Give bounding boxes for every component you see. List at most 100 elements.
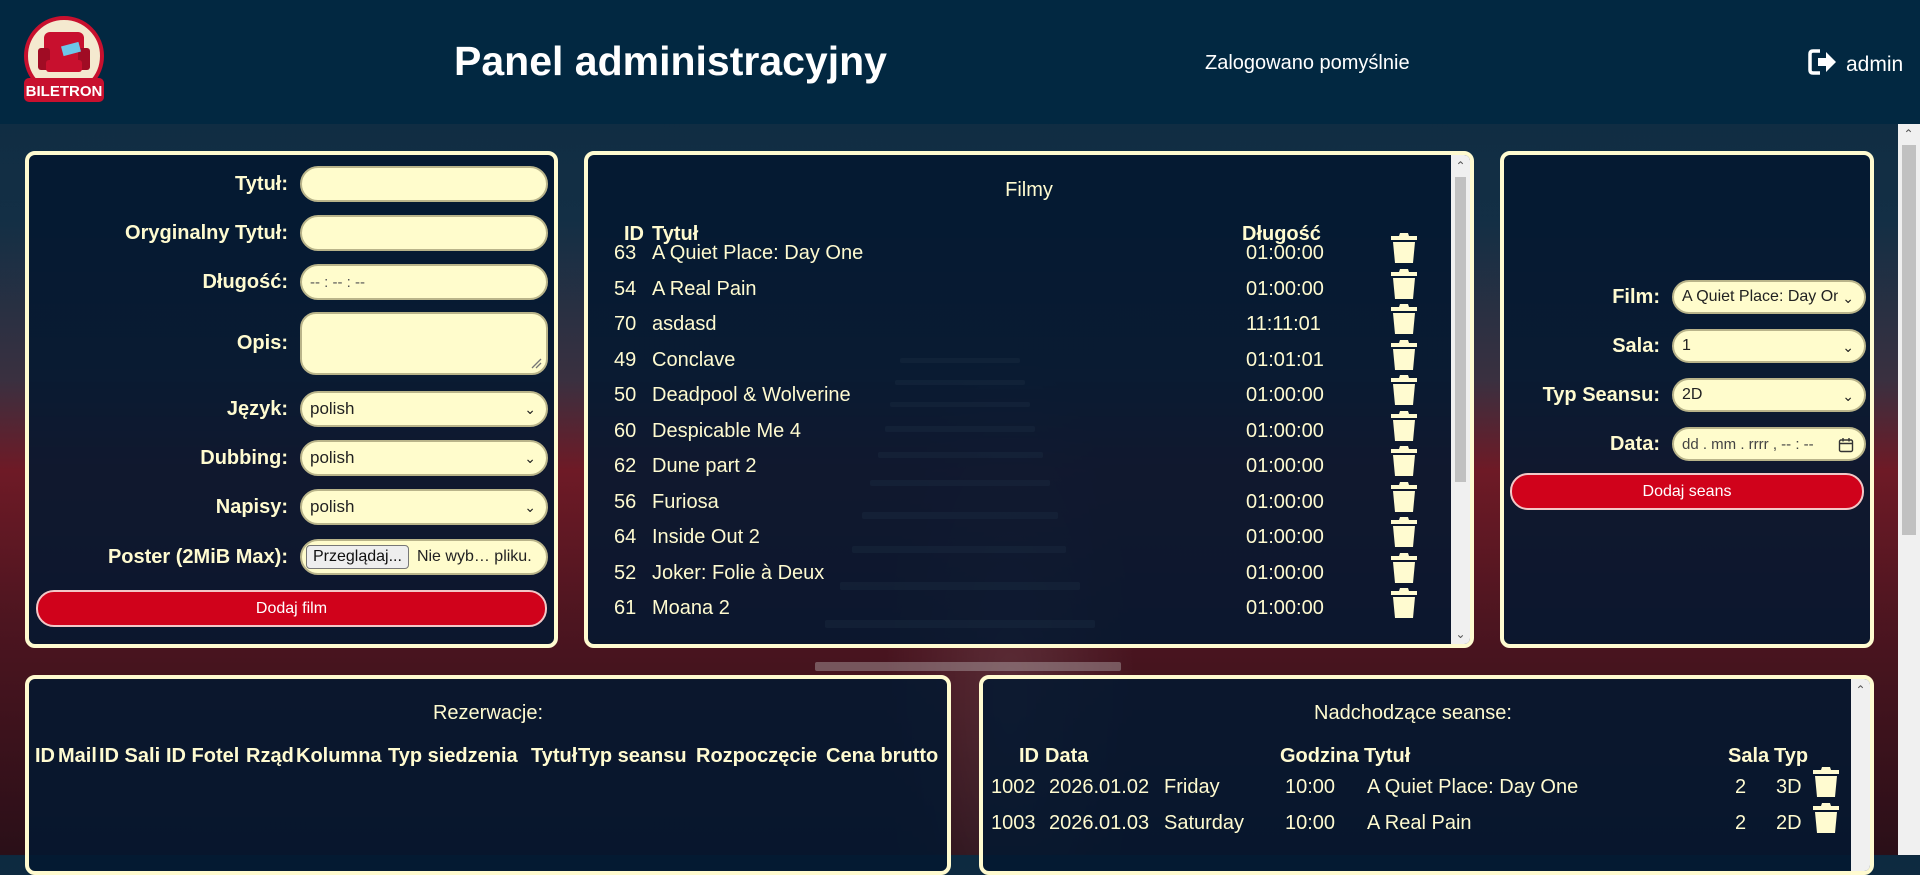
upcoming-scrollbar[interactable] — [1851, 679, 1870, 871]
film-title: Inside Out 2 — [652, 526, 760, 548]
film-id: 63 — [614, 242, 637, 264]
seance-type: 2D — [1776, 812, 1802, 834]
film-title: asdasd — [652, 313, 717, 335]
poster-file-input[interactable]: Przeglądaj... Nie wyb… pliku. — [300, 539, 548, 575]
username: admin — [1846, 53, 1904, 76]
date-placeholder: dd . mm . rrrr , -- : -- — [1682, 435, 1814, 453]
film-title: Despicable Me 4 — [652, 419, 801, 442]
hall-select[interactable]: 1 ⌄ — [1672, 329, 1866, 363]
film-id: 50 — [614, 384, 637, 406]
film-id: 61 — [614, 597, 637, 619]
scroll-up-icon[interactable]: ⌃ — [1453, 159, 1468, 173]
description-label: Opis: — [236, 332, 288, 354]
trash-icon[interactable] — [1390, 339, 1418, 376]
res-header-start: Rozpoczęcie — [696, 745, 818, 767]
res-header-id: ID — [35, 745, 55, 767]
date-label: Data: — [1609, 432, 1660, 455]
trash-icon[interactable] — [1390, 232, 1418, 269]
trash-icon[interactable] — [1390, 587, 1418, 624]
film-select[interactable]: A Quiet Place: Day One ⌄ — [1672, 280, 1866, 314]
seance-type-label: Typ Seansu: — [1542, 383, 1660, 406]
user-logout[interactable]: admin — [1808, 48, 1903, 82]
seance-title: A Quiet Place: Day One — [1367, 776, 1579, 798]
date-input[interactable]: dd . mm . rrrr , -- : -- — [1672, 427, 1866, 461]
calendar-icon[interactable] — [1838, 437, 1854, 457]
chevron-down-icon: ⌄ — [524, 499, 536, 515]
page-scroll-up-icon[interactable]: ⌃ — [1901, 127, 1916, 141]
film-title: A Real Pain — [652, 277, 757, 300]
seance-day: Friday — [1164, 776, 1220, 798]
chevron-down-icon: ⌄ — [1842, 339, 1854, 355]
trash-icon[interactable] — [1390, 268, 1418, 305]
seance-title: A Real Pain — [1367, 812, 1472, 834]
res-header-mail: Mail — [58, 745, 97, 767]
hall-select-value: 1 — [1682, 337, 1691, 354]
film-length: 01:00:00 — [1246, 455, 1324, 477]
film-length: 01:00:00 — [1246, 561, 1324, 584]
film-length: 01:00:00 — [1246, 277, 1324, 300]
seance-id: 1002 — [991, 776, 1036, 798]
trash-icon[interactable] — [1390, 516, 1418, 553]
film-title: Furiosa — [652, 490, 719, 513]
seance-type-select[interactable]: 2D ⌄ — [1672, 378, 1866, 412]
films-panel: Filmy ID Tytuł Długość 63 A Quiet Place: … — [584, 151, 1474, 648]
trash-icon[interactable] — [1390, 303, 1418, 340]
film-id: 54 — [614, 277, 637, 300]
seance-id: 1003 — [991, 812, 1036, 834]
seance-type-value: 2D — [1682, 386, 1703, 403]
trash-icon[interactable] — [1812, 802, 1840, 839]
film-id: 70 — [614, 313, 637, 335]
scroll-down-icon[interactable]: ⌄ — [1453, 627, 1468, 641]
original-title-input[interactable] — [300, 215, 548, 251]
film-id: 64 — [614, 526, 637, 548]
film-length: 01:00:00 — [1246, 419, 1324, 442]
trash-icon[interactable] — [1812, 766, 1840, 803]
description-textarea[interactable] — [300, 312, 548, 375]
add-film-panel: Tytuł: Oryginalny Tytuł: Długość: -- : -… — [25, 151, 558, 648]
add-seance-button[interactable]: Dodaj seans — [1510, 473, 1864, 510]
res-header-row: Rząd — [246, 745, 294, 767]
films-scrollbar-thumb[interactable] — [1455, 177, 1466, 482]
biletron-logo[interactable]: BILETRON — [18, 14, 110, 109]
title-input[interactable] — [300, 166, 548, 202]
browse-button[interactable]: Przeglądaj... — [306, 545, 409, 569]
trash-icon[interactable] — [1390, 445, 1418, 482]
resize-handle-icon[interactable] — [530, 357, 542, 369]
language-select[interactable]: polish ⌄ — [300, 391, 548, 427]
trash-icon[interactable] — [1390, 552, 1418, 589]
subtitles-select[interactable]: polish ⌄ — [300, 489, 548, 525]
dubbing-select[interactable]: polish ⌄ — [300, 440, 548, 476]
film-length: 01:00:00 — [1246, 490, 1324, 513]
film-length: 01:00:00 — [1246, 384, 1324, 406]
film-title: Joker: Folie à Deux — [652, 561, 825, 584]
film-length: 01:00:00 — [1246, 242, 1324, 264]
trash-icon[interactable] — [1390, 374, 1418, 411]
res-header-hall-id: ID Sali — [99, 745, 161, 767]
up-header-date: Data — [1045, 745, 1089, 767]
trash-icon[interactable] — [1390, 481, 1418, 518]
upcoming-seances-panel: Nadchodzące seanse: ID Data Godzina Tytu… — [979, 675, 1874, 875]
film-title: A Quiet Place: Day One — [652, 242, 864, 264]
res-header-title: Tytuł — [531, 745, 578, 767]
poster-file-status: Nie wyb… pliku. — [416, 548, 532, 565]
seance-hall: 2 — [1735, 776, 1747, 798]
upcoming-scroll-up-icon[interactable]: ⌃ — [1853, 683, 1868, 697]
up-header-type: Typ — [1774, 745, 1809, 767]
trash-icon[interactable] — [1390, 410, 1418, 447]
add-seance-panel: Film: A Quiet Place: Day One ⌄ Sala: 1 ⌄… — [1500, 151, 1874, 648]
chevron-down-icon: ⌄ — [524, 401, 536, 417]
login-status-message: Zalogowano pomyślnie — [1205, 52, 1410, 74]
res-header-seance-type: Typ seansu — [578, 745, 687, 767]
page-scrollbar-thumb[interactable] — [1902, 145, 1916, 535]
seance-hall: 2 — [1735, 812, 1747, 834]
hall-label: Sala: — [1612, 334, 1660, 357]
dubbing-value: polish — [310, 448, 355, 467]
film-title: Moana 2 — [652, 597, 730, 619]
length-input[interactable]: -- : -- : -- — [300, 264, 548, 300]
sign-out-icon[interactable] — [1808, 48, 1838, 82]
title-label: Tytuł: — [235, 172, 288, 195]
language-label: Język: — [226, 397, 288, 420]
film-length: 01:00:00 — [1246, 526, 1324, 548]
films-title: Filmy — [1005, 179, 1053, 201]
add-film-button[interactable]: Dodaj film — [36, 590, 547, 627]
